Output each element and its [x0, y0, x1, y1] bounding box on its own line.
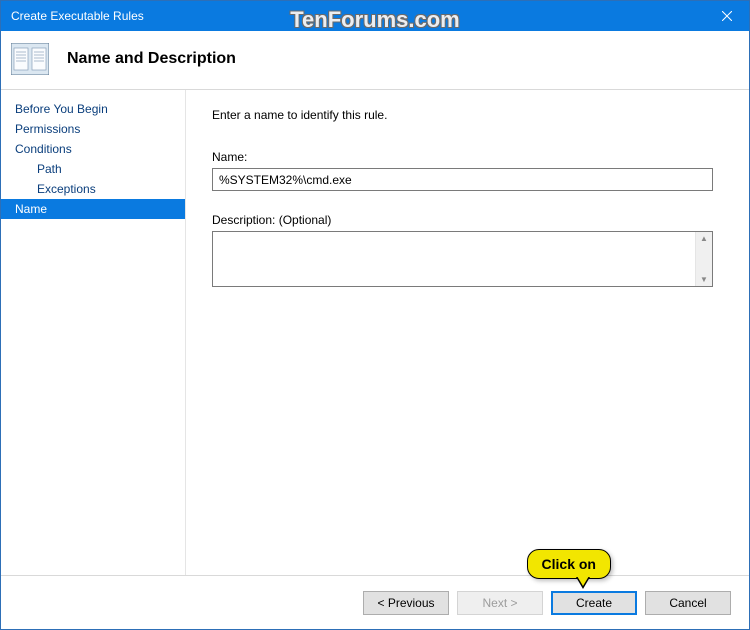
- close-button[interactable]: [704, 1, 749, 31]
- wizard-content: Enter a name to identify this rule. Name…: [186, 90, 749, 575]
- description-input[interactable]: [213, 232, 695, 286]
- scroll-up-icon: ▲: [700, 234, 708, 243]
- create-button[interactable]: Create: [551, 591, 637, 615]
- wizard-body: Before You BeginPermissionsConditionsPat…: [1, 90, 749, 575]
- wizard-window: Create Executable Rules TenForums.com: [0, 0, 750, 630]
- wizard-icon: [11, 43, 49, 75]
- page-heading: Name and Description: [67, 50, 236, 68]
- description-field-wrap: ▲ ▼: [212, 231, 713, 287]
- name-label: Name:: [212, 150, 713, 164]
- description-scrollbar[interactable]: ▲ ▼: [695, 232, 712, 286]
- wizard-nav: Before You BeginPermissionsConditionsPat…: [1, 90, 186, 575]
- nav-step-exceptions[interactable]: Exceptions: [1, 179, 185, 199]
- nav-step-before-you-begin[interactable]: Before You Begin: [1, 99, 185, 119]
- cancel-button[interactable]: Cancel: [645, 591, 731, 615]
- scroll-down-icon: ▼: [700, 275, 708, 284]
- instruction-text: Enter a name to identify this rule.: [212, 108, 713, 122]
- wizard-footer: < Previous Next > Create Cancel: [1, 575, 749, 629]
- nav-step-permissions[interactable]: Permissions: [1, 119, 185, 139]
- nav-step-path[interactable]: Path: [1, 159, 185, 179]
- description-label: Description: (Optional): [212, 213, 713, 227]
- nav-step-name[interactable]: Name: [1, 199, 185, 219]
- titlebar: Create Executable Rules: [1, 1, 749, 31]
- previous-button[interactable]: < Previous: [363, 591, 449, 615]
- wizard-header: Name and Description: [1, 31, 749, 90]
- window-title: Create Executable Rules: [11, 9, 144, 23]
- close-icon: [722, 11, 732, 21]
- name-input[interactable]: [212, 168, 713, 191]
- nav-step-conditions[interactable]: Conditions: [1, 139, 185, 159]
- next-button: Next >: [457, 591, 543, 615]
